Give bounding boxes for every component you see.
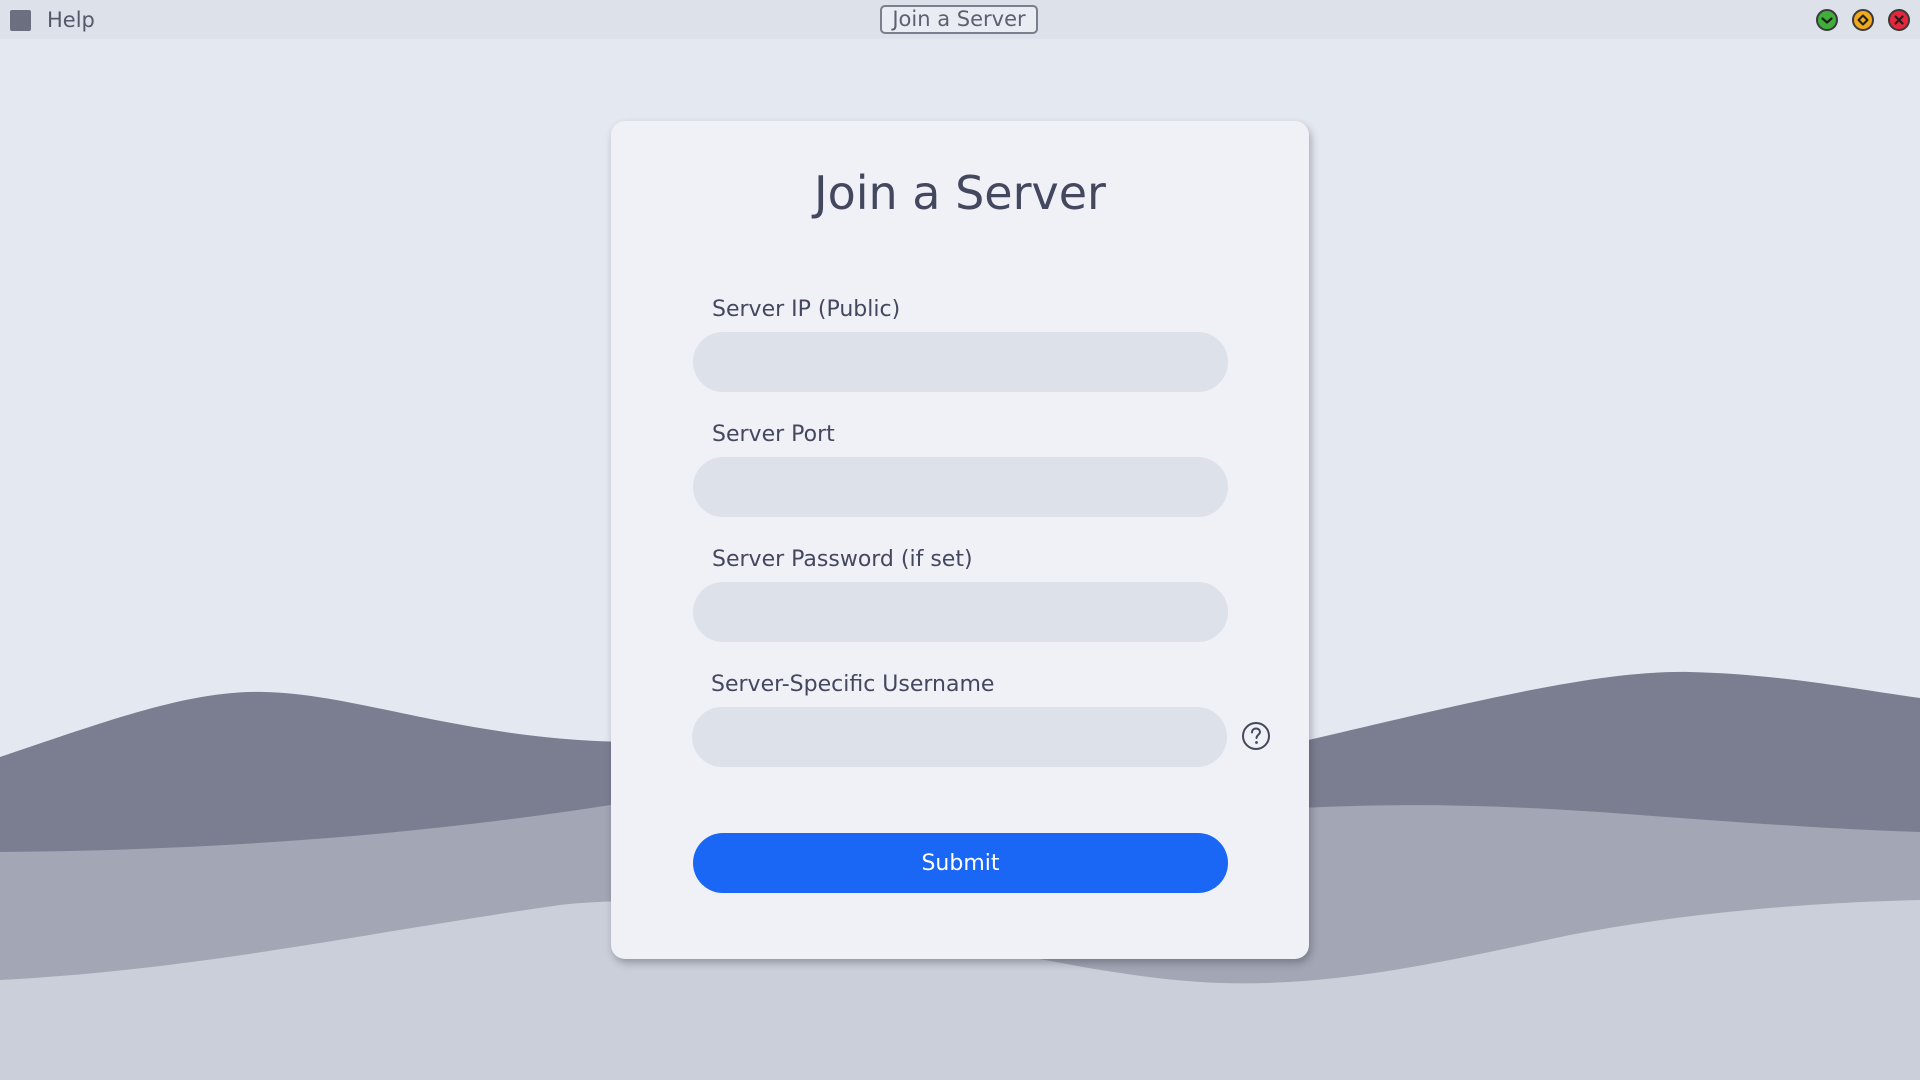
check-circle-icon [1821,17,1833,24]
join-server-card: Join a Server Server IP (Public) Server … [611,121,1309,959]
page-title: Join a Server [814,166,1106,220]
diamond-circle-icon [1857,14,1869,26]
server-password-label: Server Password (if set) [712,547,973,572]
help-menu[interactable]: Help [47,6,95,34]
username-label: Server-Specific Username [711,672,995,697]
server-ip-label: Server IP (Public) [712,297,901,322]
server-port-label: Server Port [712,422,835,447]
x-circle-icon [1894,15,1904,25]
minimize-button[interactable] [1816,9,1838,31]
app-square-icon [10,10,31,31]
server-port-input[interactable] [693,457,1228,517]
server-ip-input[interactable] [693,332,1228,392]
title-bar: Help Join a Server [0,0,1920,39]
username-input[interactable] [692,707,1227,767]
maximize-button[interactable] [1852,9,1874,31]
submit-button[interactable]: Submit [693,833,1228,893]
window-title: Join a Server [880,5,1038,34]
close-button[interactable] [1888,9,1910,31]
server-password-input[interactable] [693,582,1228,642]
question-circle-icon[interactable] [1240,720,1272,752]
